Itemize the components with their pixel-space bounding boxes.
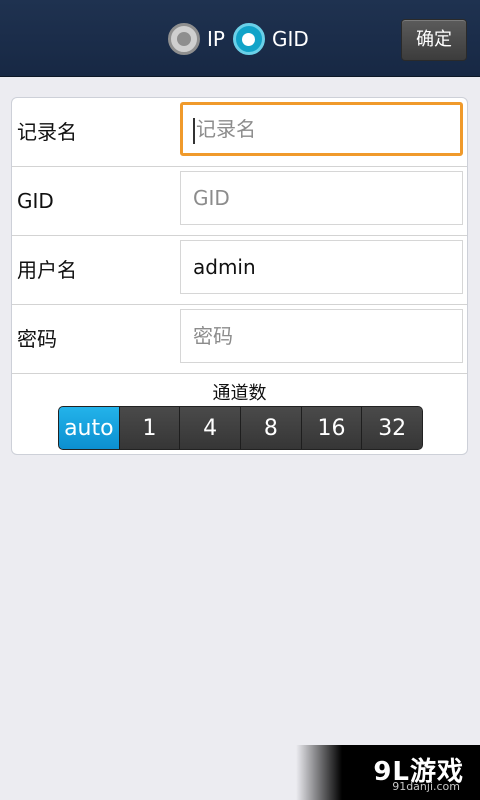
confirm-button[interactable]: 确定 <box>401 19 467 61</box>
record-name-label: 记录名 <box>17 120 77 144</box>
password-row: 密码 密码 <box>12 305 467 374</box>
record-name-row: 记录名 记录名 <box>12 98 467 167</box>
gid-row: GID GID <box>12 167 467 236</box>
username-label: 用户名 <box>17 258 77 282</box>
text-cursor <box>193 117 195 144</box>
watermark: 9L游戏 91danji.com <box>296 745 480 800</box>
radio-ip[interactable]: IP <box>168 23 225 55</box>
username-input[interactable]: admin <box>180 240 463 294</box>
radio-ip-label: IP <box>207 27 225 51</box>
login-form: 记录名 记录名 GID GID 用户名 admin 密码 密码 通道数 auto… <box>11 97 468 455</box>
top-bar: IP GID 确定 <box>0 0 480 77</box>
record-name-placeholder: 记录名 <box>196 117 256 141</box>
radio-checked-icon <box>232 23 265 55</box>
mode-radio-group: IP GID <box>168 20 317 58</box>
channel-option-4[interactable]: 4 <box>180 407 242 449</box>
channel-option-16[interactable]: 16 <box>301 407 363 449</box>
password-input[interactable]: 密码 <box>180 309 463 363</box>
channels-title: 通道数 <box>212 383 267 404</box>
password-label: 密码 <box>17 327 57 351</box>
channels-segmented-control: auto 1 4 8 16 32 <box>58 406 423 450</box>
password-placeholder: 密码 <box>193 324 233 348</box>
radio-unchecked-icon <box>168 23 200 55</box>
gid-label: GID <box>17 189 54 213</box>
gid-placeholder: GID <box>193 186 230 210</box>
username-value: admin <box>193 255 256 279</box>
channel-option-32[interactable]: 32 <box>362 407 422 449</box>
username-row: 用户名 admin <box>12 236 467 305</box>
record-name-input[interactable]: 记录名 <box>180 102 463 156</box>
radio-gid-label: GID <box>271 27 309 51</box>
channel-option-auto[interactable]: auto <box>59 407 120 449</box>
watermark-url: 91danji.com <box>392 780 460 793</box>
gid-input[interactable]: GID <box>180 171 463 225</box>
channel-option-8[interactable]: 8 <box>241 407 302 449</box>
channel-option-1[interactable]: 1 <box>119 407 181 449</box>
radio-gid[interactable]: GID <box>232 23 309 55</box>
